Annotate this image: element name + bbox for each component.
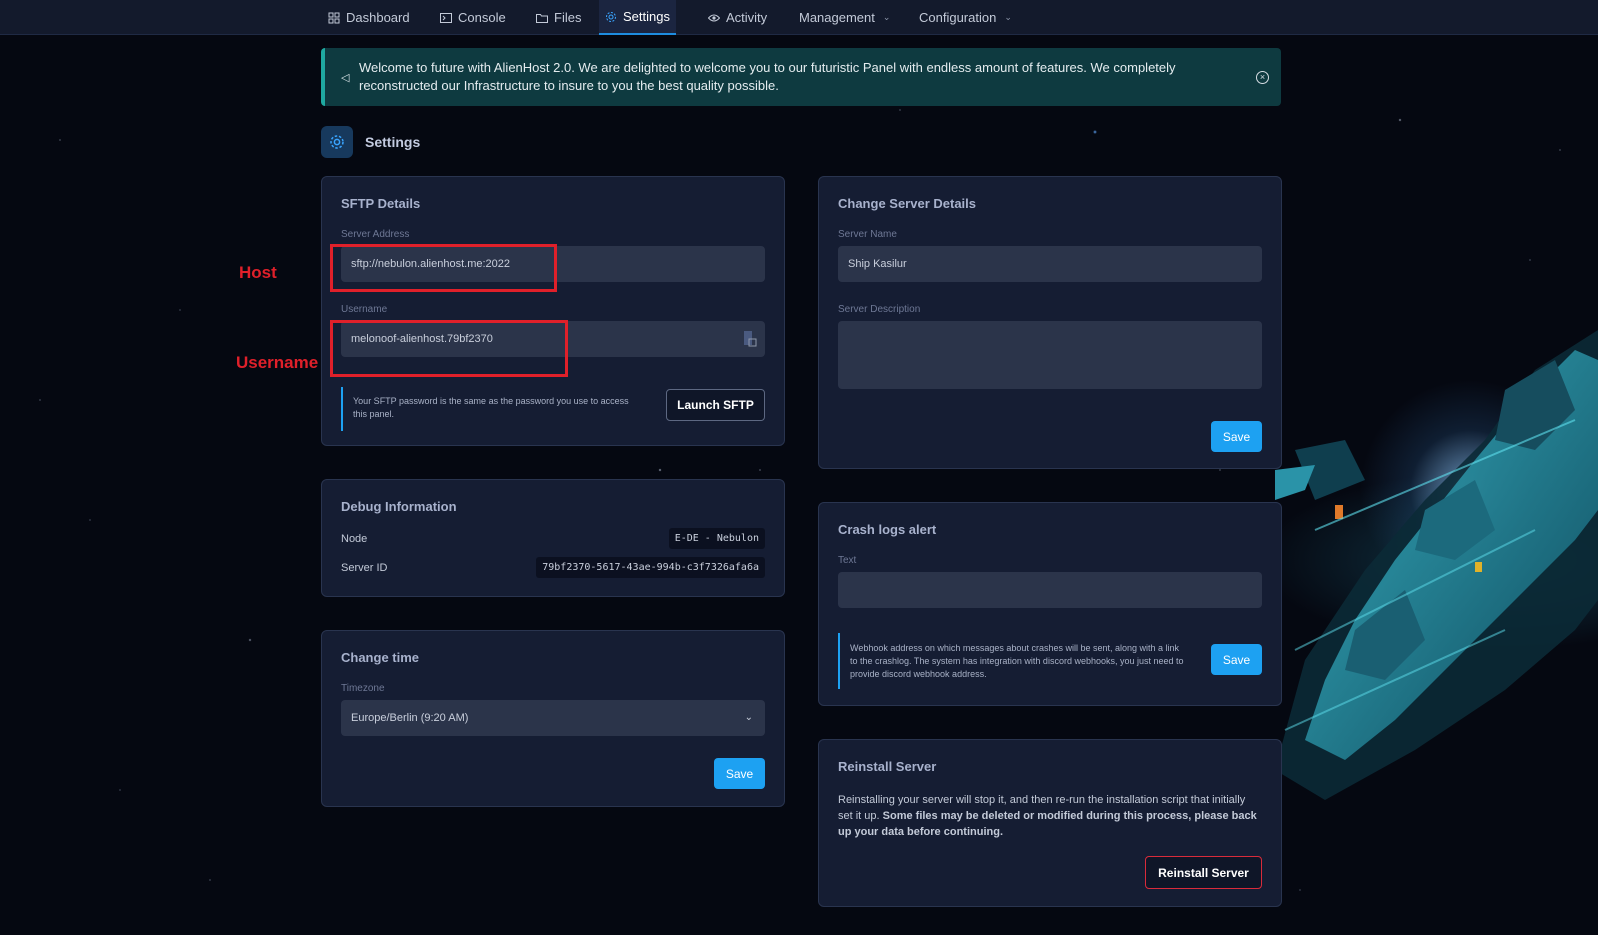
save-server-details-button[interactable]: Save xyxy=(1211,421,1262,452)
timezone-label: Timezone xyxy=(341,683,385,694)
reinstall-text-warning: Some files may be deleted or modified du… xyxy=(838,810,1257,838)
reinstall-server-button[interactable]: Reinstall Server xyxy=(1145,856,1262,889)
gear-icon xyxy=(606,11,616,22)
save-crash-alert-button[interactable]: Save xyxy=(1211,644,1262,675)
node-label: Node xyxy=(341,532,368,545)
nav-settings-label: Settings xyxy=(623,9,670,24)
card-title: Debug Information xyxy=(341,499,457,514)
nav-management[interactable]: Management ⌄ xyxy=(793,0,896,35)
timezone-select[interactable]: Europe/Berlin (9:20 AM) ⌄ xyxy=(341,700,765,736)
server-id-label: Server ID xyxy=(341,561,388,574)
launch-sftp-button[interactable]: Launch SFTP xyxy=(666,389,765,421)
save-timezone-button[interactable]: Save xyxy=(714,758,765,789)
change-server-details-card: Change Server Details Server Name Ship K… xyxy=(818,176,1282,469)
webhook-note: Webhook address on which messages about … xyxy=(838,633,1188,689)
nav-files-label: Files xyxy=(554,10,582,25)
nav-management-label: Management xyxy=(799,10,875,25)
gear-icon xyxy=(330,135,344,149)
nav-configuration[interactable]: Configuration ⌄ xyxy=(913,0,1018,35)
nav-dashboard-label: Dashboard xyxy=(346,10,410,25)
card-title: Change Server Details xyxy=(838,196,977,211)
server-name-field[interactable]: Ship Kasilur xyxy=(838,246,1262,282)
node-value: E-DE - Nebulon xyxy=(668,528,765,549)
server-name-value: Ship Kasilur xyxy=(848,258,907,270)
settings-gear-badge xyxy=(321,126,353,158)
server-description-field[interactable] xyxy=(838,321,1262,389)
chevron-down-icon: ⌄ xyxy=(882,12,891,22)
nav-configuration-label: Configuration xyxy=(919,10,997,25)
webhook-text-field[interactable] xyxy=(838,572,1262,608)
reinstall-server-card: Reinstall Server Reinstalling your serve… xyxy=(818,739,1282,907)
change-time-card: Change time Timezone Europe/Berlin (9:20… xyxy=(321,630,785,807)
nav-console-label: Console xyxy=(458,10,506,25)
nav-activity[interactable]: Activity xyxy=(702,0,773,35)
close-icon[interactable]: × xyxy=(1256,70,1269,84)
crash-logs-alert-card: Crash logs alert Text Webhook address on… xyxy=(818,502,1282,706)
eye-icon xyxy=(708,14,720,21)
webhook-text-label: Text xyxy=(838,555,857,566)
timezone-value: Europe/Berlin (9:20 AM) xyxy=(351,712,469,724)
server-id-row: Server ID 79bf2370-5617-43ae-994b-c3f732… xyxy=(341,557,765,578)
node-row: Node E-DE - Nebulon xyxy=(341,528,765,549)
password-manager-icon[interactable] xyxy=(743,331,757,350)
top-navigation: Dashboard Console Files Settings Activit… xyxy=(0,0,1598,35)
page-title: Settings xyxy=(365,134,421,150)
nav-activity-label: Activity xyxy=(726,10,768,25)
reinstall-description: Reinstalling your server will stop it, a… xyxy=(838,792,1262,840)
card-title: Reinstall Server xyxy=(838,759,937,774)
chevron-down-icon: ⌄ xyxy=(744,712,753,723)
host-annotation-label: Host xyxy=(239,263,277,282)
lock-icon xyxy=(744,331,757,347)
terminal-icon xyxy=(440,12,452,23)
username-highlight-box xyxy=(330,320,568,377)
card-title: Change time xyxy=(341,650,420,665)
announcement-text: Welcome to future with AlienHost 2.0. We… xyxy=(359,60,1176,93)
sftp-password-note: Your SFTP password is the same as the pa… xyxy=(341,387,631,431)
grid-icon xyxy=(328,12,340,23)
sftp-details-card: SFTP Details Server Address sftp://nebul… xyxy=(321,176,785,446)
nav-files[interactable]: Files xyxy=(530,0,587,35)
server-description-label: Server Description xyxy=(838,304,921,315)
announcement-banner: ◁ Welcome to future with AlienHost 2.0. … xyxy=(321,48,1281,106)
nav-console[interactable]: Console xyxy=(434,0,512,35)
chevron-down-icon: ⌄ xyxy=(1004,12,1012,22)
host-highlight-box xyxy=(330,244,557,292)
megaphone-icon: ◁ xyxy=(341,71,350,84)
spaceship-illustration xyxy=(1275,330,1598,800)
nav-settings[interactable]: Settings xyxy=(599,0,676,35)
card-title: Crash logs alert xyxy=(838,522,937,537)
folder-icon xyxy=(536,13,548,23)
server-name-label: Server Name xyxy=(838,229,897,240)
server-id-value: 79bf2370-5617-43ae-994b-c3f7326afa6a xyxy=(536,557,765,578)
username-annotation-label: Username xyxy=(236,353,319,372)
debug-information-card: Debug Information Node E-DE - Nebulon Se… xyxy=(321,479,785,597)
card-title: SFTP Details xyxy=(341,196,421,211)
nav-dashboard[interactable]: Dashboard xyxy=(322,0,416,35)
page-header: Settings xyxy=(321,126,420,158)
username-label: Username xyxy=(341,304,388,315)
server-address-label: Server Address xyxy=(341,229,410,240)
